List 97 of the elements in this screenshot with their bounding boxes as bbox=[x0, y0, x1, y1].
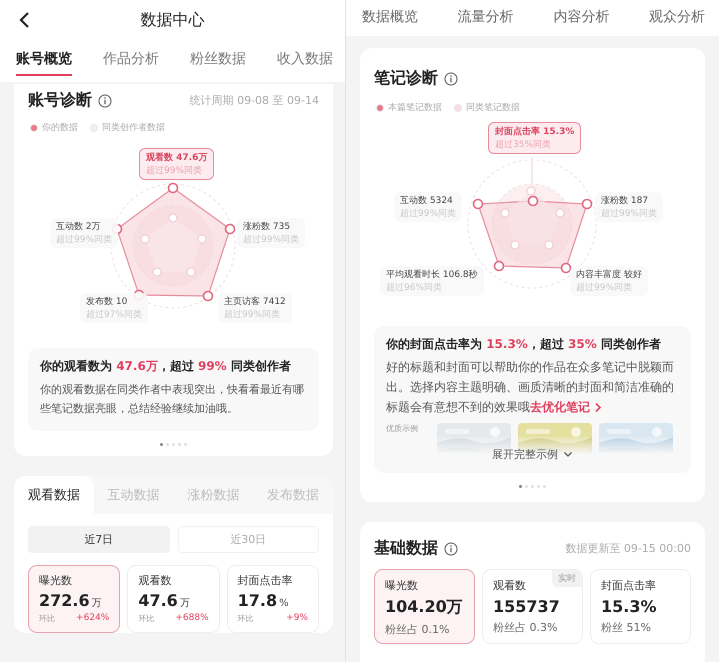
radar-label[interactable]: 封面点击率 15.3% 超过35%同类 bbox=[488, 122, 582, 154]
info-icon[interactable] bbox=[444, 72, 458, 86]
section-title: 基础数据 bbox=[374, 538, 438, 560]
info-icon[interactable] bbox=[444, 542, 458, 556]
metric-name: 发布数 10 bbox=[86, 296, 128, 308]
fan-share: 粉丝占 0.3% bbox=[493, 620, 558, 636]
metric-name: 涨粉数 735 bbox=[243, 220, 292, 233]
compare-label: 环比 bbox=[238, 612, 254, 624]
info-icon[interactable] bbox=[98, 94, 112, 108]
peer-point bbox=[544, 240, 554, 250]
tab[interactable]: 粉丝数据 bbox=[190, 50, 246, 76]
page-dot[interactable] bbox=[519, 485, 522, 488]
section-title: 笔记诊断 bbox=[374, 68, 438, 89]
chevron-right-icon bbox=[594, 402, 602, 413]
metric-name: 涨粉数 187 bbox=[601, 194, 650, 207]
peer-point bbox=[140, 234, 150, 244]
metric-card[interactable]: 封面点击率 15.3% 粉丝 51% bbox=[590, 569, 691, 644]
stat-period: 统计周期 09-08 至 09-14 bbox=[190, 93, 319, 108]
tab[interactable]: 账号概览 bbox=[16, 50, 72, 76]
update-time: 数据更新至 09-15 00:00 bbox=[565, 541, 691, 556]
metric-value: 272.6 bbox=[39, 590, 90, 610]
legend-label: 同类创作者数据 bbox=[102, 122, 165, 134]
tab[interactable]: 流量分析 bbox=[458, 8, 514, 26]
metric-name: 封面点击率 15.3% bbox=[495, 125, 574, 138]
back-icon[interactable] bbox=[18, 11, 30, 29]
page-title: 数据中心 bbox=[140, 10, 204, 30]
metric-value: 104.20万 bbox=[385, 597, 464, 618]
metric-label: 曝光数 bbox=[385, 578, 419, 594]
summary-text: 你的观看数据在同类作者中表现突出，快看看最近有哪些笔记数据亮眼，总结经验继续加油哦。 bbox=[40, 382, 305, 418]
legend-label: 你的数据 bbox=[42, 122, 78, 134]
change-value: +9% bbox=[286, 612, 308, 624]
tab[interactable]: 观众分析 bbox=[648, 8, 705, 26]
summary-heading: 你的观看数为 47.6万，超过 99% 同类创作者 bbox=[40, 358, 292, 375]
metric-name: 平均观看时长 106.8秒 bbox=[386, 268, 478, 281]
peer-point bbox=[198, 234, 206, 244]
data-point bbox=[168, 182, 178, 194]
optimize-link[interactable]: 去优化笔记 bbox=[530, 400, 602, 414]
metric-label: 曝光数 bbox=[39, 572, 73, 588]
metric-rank: 超过35%同类 bbox=[495, 138, 552, 151]
metric-label: 观看数 bbox=[138, 572, 172, 588]
metric-name: 内容丰富度 较好 bbox=[576, 268, 642, 281]
tab[interactable]: 内容分析 bbox=[553, 8, 610, 26]
metric-name: 主页访客 7412 bbox=[224, 296, 286, 308]
change-value: +624% bbox=[76, 612, 110, 624]
metric-value: 15.3% bbox=[601, 597, 658, 616]
legend-label: 同类笔记数据 bbox=[466, 102, 520, 114]
peer-point bbox=[500, 208, 510, 218]
data-point bbox=[582, 198, 592, 210]
peer-point bbox=[152, 268, 162, 276]
compare-label: 环比 bbox=[138, 612, 154, 624]
metric-name: 观看数 47.6万 bbox=[146, 151, 208, 164]
metric-value: 17.8 bbox=[238, 590, 278, 610]
peer-point bbox=[556, 208, 564, 218]
data-point bbox=[560, 262, 572, 274]
metric-unit: % bbox=[279, 598, 289, 608]
tab[interactable]: 数据概览 bbox=[362, 8, 418, 26]
metric-card[interactable]: 实时 观看数 155737 粉丝占 0.3% bbox=[482, 569, 583, 644]
realtime-badge: 实时 bbox=[552, 570, 582, 588]
page-dot[interactable] bbox=[160, 442, 163, 446]
data-point bbox=[528, 196, 538, 206]
metric-unit: 万 bbox=[92, 596, 102, 610]
metric-card[interactable]: 曝光数 272.6 万 环比 +624% bbox=[28, 564, 120, 632]
chevron-down-icon bbox=[563, 450, 573, 458]
metric-card[interactable]: 曝光数 104.20万 粉丝占 0.1% bbox=[374, 569, 475, 644]
data-point bbox=[472, 198, 484, 210]
peer-area bbox=[145, 218, 202, 272]
summary-text: 好的标题和封面可以帮助你的作品在众多笔记中脱颖而出。选择内容主题明确、画质清晰的封面和简洁准确的标题会有意想不到的效果哦去优化笔记 bbox=[386, 359, 675, 416]
peer-point bbox=[186, 268, 196, 276]
metric-card[interactable]: 封面点击率 17.8% 环比 +9% bbox=[226, 564, 319, 632]
metric-name: 互动数 5324 bbox=[400, 194, 454, 207]
change-value: +688% bbox=[175, 612, 209, 624]
tab[interactable]: 收入数据 bbox=[277, 50, 333, 76]
peer-point bbox=[510, 240, 520, 250]
compare-label: 环比 bbox=[39, 612, 55, 624]
tab[interactable]: 观看数据 bbox=[14, 476, 94, 514]
data-point bbox=[224, 224, 236, 234]
metric-rank: 超过99%同类 bbox=[146, 164, 204, 177]
data-point bbox=[202, 290, 214, 302]
fan-share: 粉丝占 0.1% bbox=[385, 622, 450, 638]
range-button[interactable]: 近7日 bbox=[28, 526, 170, 552]
fan-share: 粉丝 51% bbox=[601, 620, 652, 636]
metric-value: 155737 bbox=[493, 597, 561, 616]
summary-heading: 你的封面点击率为 15.3%，超过 35% 同类创作者 bbox=[386, 336, 662, 353]
peer-point bbox=[168, 214, 178, 222]
metric-card[interactable]: 观看数 47.6 万 环比 +688% bbox=[127, 564, 220, 632]
metric-name: 互动数 2万 bbox=[56, 220, 102, 233]
metric-unit: 万 bbox=[180, 596, 190, 610]
tab[interactable]: 作品分析 bbox=[103, 50, 159, 76]
data-point bbox=[494, 260, 504, 272]
metric-value: 47.6 bbox=[138, 590, 178, 610]
examples-label: 优质示例 bbox=[386, 423, 419, 434]
peer-point bbox=[526, 186, 536, 196]
metric-label: 封面点击率 bbox=[238, 572, 294, 588]
legend-label: 本篇笔记数据 bbox=[388, 102, 442, 114]
metric-label: 封面点击率 bbox=[601, 578, 657, 594]
section-title: 账号诊断 bbox=[28, 90, 92, 111]
radar-label[interactable]: 观看数 47.6万 超过99%同类 bbox=[139, 148, 214, 180]
